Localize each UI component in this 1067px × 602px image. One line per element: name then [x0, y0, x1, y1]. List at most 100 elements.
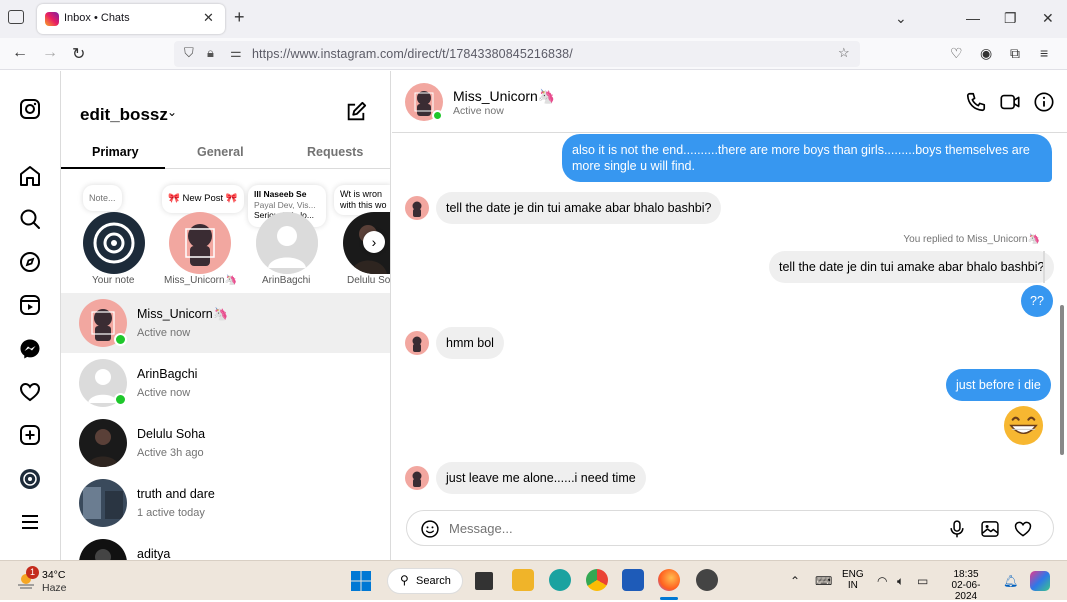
tab-requests[interactable]: Requests	[307, 145, 363, 159]
back-icon[interactable]: ←	[12, 44, 28, 62]
chat-row-delulu-soha[interactable]: Delulu Soha Active 3h ago	[61, 413, 390, 473]
firefox-icon[interactable]	[658, 569, 680, 591]
online-indicator	[114, 333, 127, 346]
permissions-icon[interactable]: ⚌	[230, 45, 242, 61]
forward-icon[interactable]: →	[42, 44, 58, 62]
reload-icon[interactable]: ↻	[72, 44, 85, 64]
create-icon[interactable]	[18, 423, 42, 447]
message-outgoing[interactable]: just before i die	[946, 369, 1051, 401]
battery-icon[interactable]: ▭	[917, 574, 928, 588]
start-button-icon[interactable]	[350, 570, 372, 592]
add-photo-icon[interactable]	[980, 519, 1000, 539]
instagram-logo-icon[interactable]	[18, 97, 42, 121]
explore-icon[interactable]	[18, 250, 42, 274]
search-icon[interactable]	[18, 207, 42, 231]
chrome-browser-icon[interactable]	[586, 569, 608, 591]
message-outgoing[interactable]: ??	[1021, 285, 1053, 317]
show-hidden-icons-chevron-icon[interactable]: ⌃	[790, 574, 800, 588]
shield-icon[interactable]: ⛉	[184, 45, 194, 61]
chat-row-arinbagchi[interactable]: ArinBagchi Active now	[61, 353, 390, 413]
message-incoming[interactable]: hmm bol	[436, 327, 504, 359]
video-call-icon[interactable]	[999, 91, 1021, 113]
message-incoming[interactable]: tell the date je din tui amake abar bhal…	[436, 192, 722, 224]
tab-general[interactable]: General	[197, 145, 244, 159]
tab-primary[interactable]: Primary	[92, 145, 139, 159]
language-indicator[interactable]: ENG IN	[842, 569, 864, 591]
weather-condition[interactable]: Haze	[42, 582, 67, 594]
conversation-info-icon[interactable]	[1033, 91, 1055, 113]
menu-icon[interactable]: ≡	[1040, 45, 1048, 61]
scrollbar[interactable]	[1060, 305, 1064, 455]
restore-icon[interactable]: ❐	[1004, 10, 1017, 27]
microsoft-store-icon[interactable]	[622, 569, 644, 591]
edge-browser-icon[interactable]	[549, 569, 571, 591]
close-window-icon[interactable]: ✕	[1042, 10, 1054, 27]
browser-tab[interactable]: Inbox • Chats ✕	[37, 4, 225, 34]
message-outgoing[interactable]: also it is not the end..........there ar…	[562, 134, 1052, 182]
account-username[interactable]: edit_bossz	[80, 105, 168, 125]
message-input[interactable]	[449, 519, 929, 537]
tab-overflow-chevron-icon[interactable]: ⌄	[895, 10, 907, 27]
url-bar[interactable]: ⛉ 🔒︎ ⚌ https://www.instagram.com/direct/…	[174, 41, 860, 67]
close-tab-icon[interactable]: ✕	[203, 10, 214, 26]
account-icon[interactable]: ◉	[980, 45, 992, 62]
voice-clip-icon[interactable]	[947, 519, 967, 539]
notifications-heart-icon[interactable]	[18, 380, 42, 404]
message-reply-quote[interactable]: tell the date je din tui amake abar bhal…	[769, 251, 1055, 283]
note-avatar-your[interactable]	[83, 212, 145, 274]
chat-name: Delulu Soha	[137, 427, 206, 441]
weather-temperature[interactable]: 34°C	[42, 569, 65, 581]
messenger-icon[interactable]	[18, 337, 42, 361]
minimize-icon[interactable]: —	[966, 10, 980, 26]
pocket-icon[interactable]: ♡	[950, 45, 963, 62]
note-bubble[interactable]: 🎀 New Post 🎀	[162, 185, 244, 213]
message-incoming[interactable]: just leave me alone......i need time	[436, 462, 646, 494]
chat-row-miss-unicorn[interactable]: Miss_Unicorn🦄 Active now	[61, 293, 390, 353]
reels-icon[interactable]	[18, 293, 42, 317]
message-emoji[interactable]	[1002, 404, 1045, 447]
notifications-bell-icon[interactable]: 🔔︎	[1003, 574, 1018, 588]
conversation-title[interactable]: Miss_Unicorn🦄	[453, 88, 555, 105]
chat-row-aditya[interactable]: aditya	[61, 533, 390, 560]
avatar	[405, 196, 429, 220]
url-text[interactable]: https://www.instagram.com/direct/t/17843…	[252, 47, 573, 61]
keyboard-icon[interactable]: ⌨	[815, 574, 832, 588]
chevron-down-icon[interactable]: ⌄	[167, 105, 177, 119]
region-code: IN	[847, 580, 858, 591]
note-text: 🎀 New Post 🎀	[168, 193, 238, 204]
note-bubble[interactable]: Note...	[83, 185, 122, 211]
note-avatar-miss-unicorn[interactable]	[169, 212, 231, 274]
phone-call-icon[interactable]	[965, 91, 987, 113]
tab-list-icon[interactable]	[8, 10, 24, 24]
note-bubble[interactable]: Wt is wron with this wo	[334, 185, 390, 215]
more-menu-icon[interactable]	[18, 510, 42, 534]
clock[interactable]: 18:35 02-06-2024	[944, 569, 988, 602]
task-view-icon[interactable]	[475, 572, 493, 590]
app-icon[interactable]	[696, 569, 718, 591]
browser-nav-bar: ← → ↻ ⛉ 🔒︎ ⚌ https://www.instagram.com/d…	[0, 38, 1067, 70]
new-tab-icon[interactable]: +	[234, 8, 245, 26]
active-tab-indicator	[61, 167, 165, 169]
windows-taskbar: 1 34°C Haze ⚲ Search ⌃ ⌨ ENG IN ◠ 🔈︎ ▭ 1…	[0, 560, 1067, 602]
note-name: Miss_Unicorn🦄	[164, 275, 238, 286]
chat-name: ArinBagchi	[137, 367, 198, 381]
taskbar-search[interactable]: ⚲ Search	[387, 568, 463, 594]
like-heart-icon[interactable]	[1013, 519, 1033, 539]
home-icon[interactable]	[18, 164, 42, 188]
note-name: Your note	[92, 275, 135, 286]
chat-row-truth-and-dare[interactable]: truth and dare 1 active today	[61, 473, 390, 533]
extensions-icon[interactable]: ⧉	[1010, 45, 1020, 62]
emoji-picker-icon[interactable]	[420, 519, 440, 539]
copilot-icon[interactable]	[1030, 571, 1050, 591]
notes-next-chevron-icon[interactable]: ›	[363, 231, 385, 253]
profile-avatar[interactable]	[18, 467, 42, 491]
lock-icon[interactable]: 🔒︎	[207, 45, 214, 61]
wifi-icon[interactable]: ◠	[877, 574, 887, 588]
note-avatar-arinbagchi[interactable]	[256, 212, 318, 274]
reply-indicator-bar	[1043, 251, 1045, 283]
compose-message-icon[interactable]	[345, 101, 367, 123]
volume-icon[interactable]: 🔈︎	[897, 574, 904, 589]
bookmark-star-icon[interactable]: ☆	[838, 45, 850, 61]
note-text: Wt is wron	[340, 189, 383, 199]
file-explorer-icon[interactable]	[512, 569, 534, 591]
